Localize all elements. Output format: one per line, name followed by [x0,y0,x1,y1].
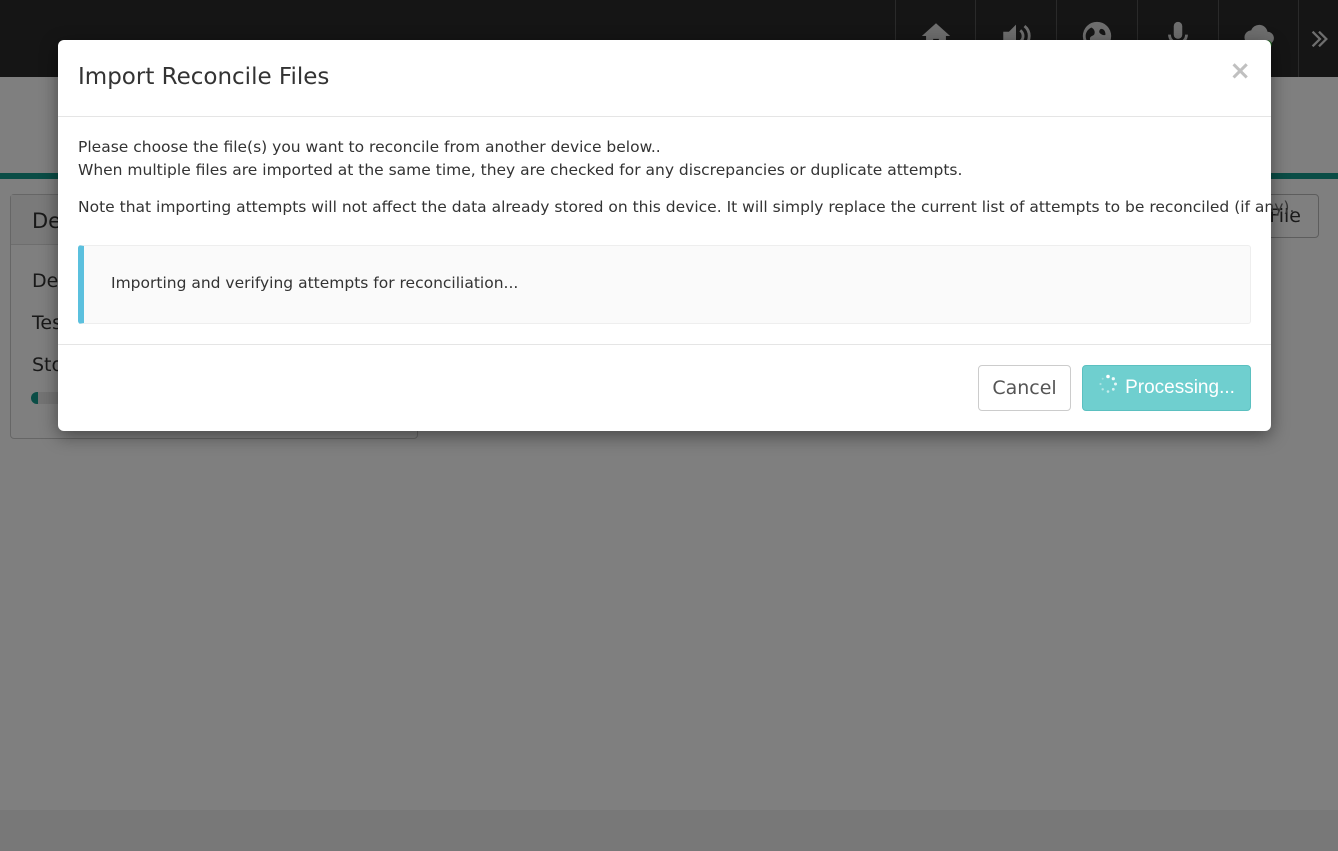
instructions-text: Please choose the file(s) you want to re… [78,136,962,182]
status-callout: Importing and verifying attempts for rec… [78,245,1251,324]
instructions-line-2: When multiple files are imported at the … [78,161,963,179]
instructions-line-1: Please choose the file(s) you want to re… [78,138,661,156]
processing-button[interactable]: Processing... [1082,365,1251,411]
import-reconcile-modal: Import Reconcile Files × Please choose t… [58,40,1294,431]
status-text: Importing and verifying attempts for rec… [111,274,519,292]
modal-header: Import Reconcile Files × [58,40,1271,117]
note-text: Note that importing attempts will not af… [78,198,1295,216]
processing-label: Processing... [1125,377,1235,398]
spinner-icon [1099,374,1118,393]
cancel-button[interactable]: Cancel [978,365,1071,411]
modal-footer: Cancel Processing... [58,344,1271,431]
close-icon[interactable]: × [1229,58,1251,84]
modal-title: Import Reconcile Files [78,64,330,90]
